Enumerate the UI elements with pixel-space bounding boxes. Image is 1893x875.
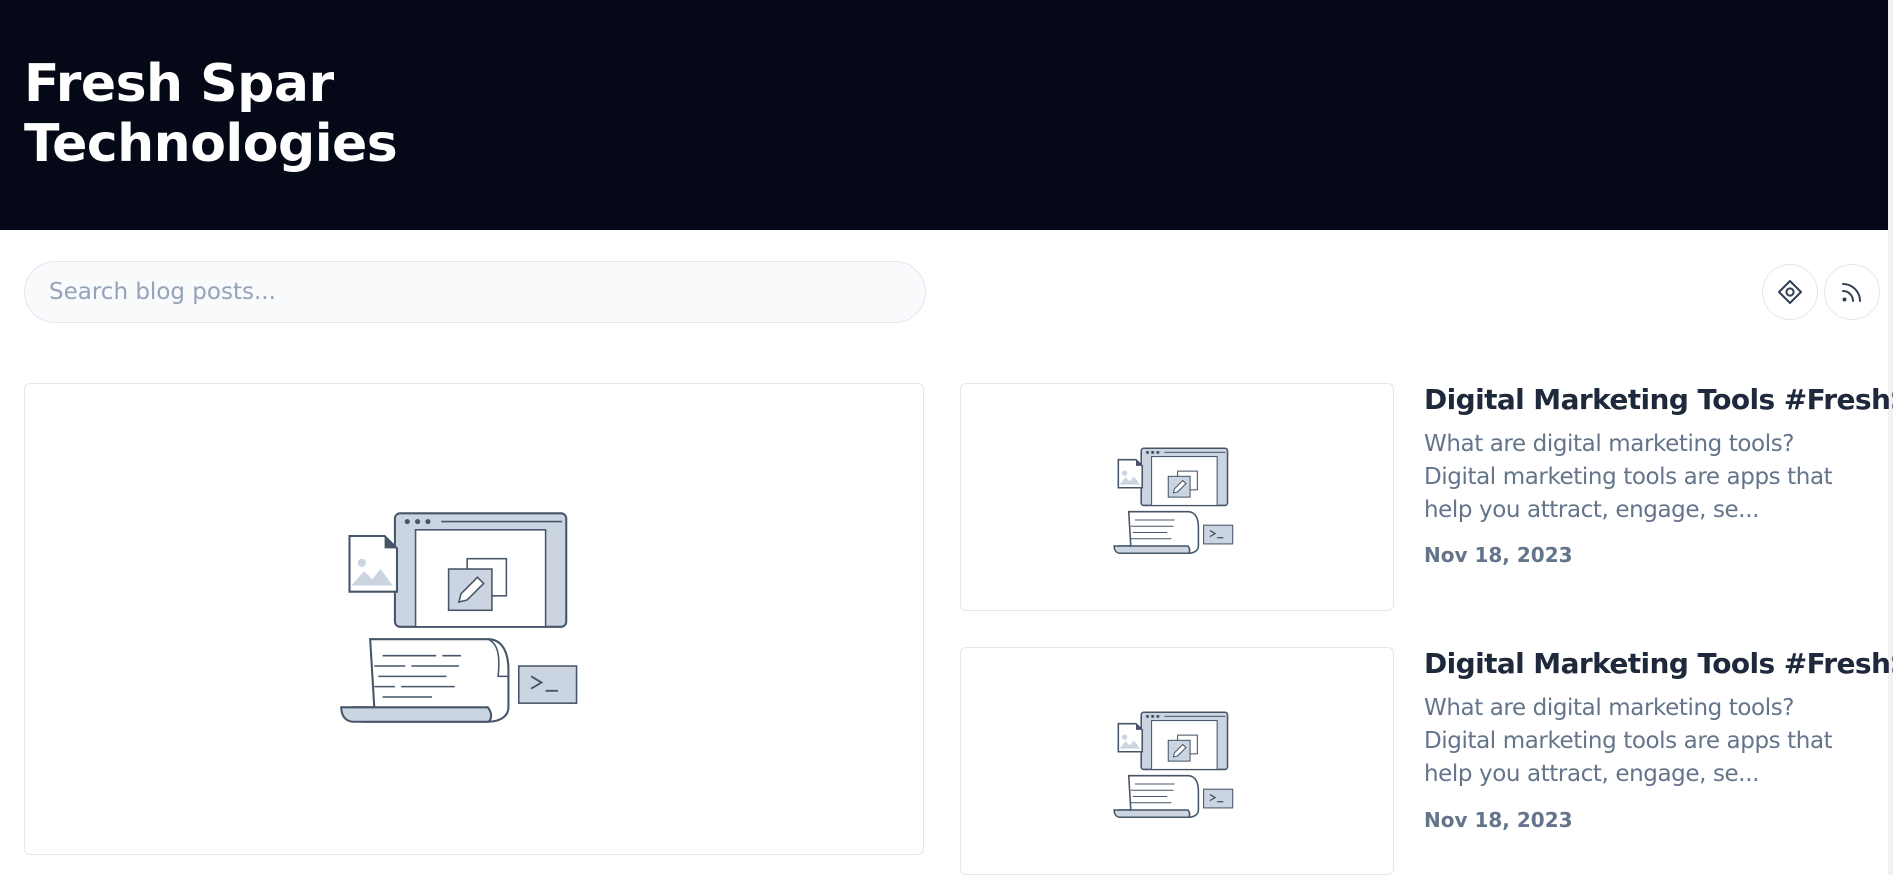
blog-illustration-icon (1113, 711, 1234, 818)
site-brand[interactable]: Fresh Spar Technologies (24, 54, 404, 174)
blog-illustration-icon (340, 512, 578, 723)
rss-feed-button[interactable] (1824, 264, 1880, 320)
rss-icon (1842, 283, 1861, 302)
post-excerpt: What are digital marketing tools? Digita… (1424, 431, 1833, 523)
blog-illustration-icon (1113, 447, 1234, 554)
post-thumbnail[interactable] (960, 647, 1394, 875)
post-title[interactable]: Digital Marketing Tools #FreshSpar (1424, 647, 1893, 680)
page-scrollbar[interactable] (1888, 0, 1893, 875)
post-date: Nov 18, 2023 (1424, 808, 1573, 832)
post-excerpt: What are digital marketing tools? Digita… (1424, 695, 1833, 787)
post-date: Nov 18, 2023 (1424, 543, 1573, 567)
post-thumbnail[interactable] (960, 383, 1394, 611)
search-input[interactable] (24, 261, 926, 323)
diamond-target-icon (1778, 280, 1802, 304)
post-title[interactable]: Digital Marketing Tools #FreshSpar (1424, 383, 1893, 416)
featured-post-card[interactable] (24, 383, 924, 855)
site-header: Fresh Spar Technologies (0, 0, 1888, 230)
theme-toggle-button[interactable] (1762, 264, 1818, 320)
